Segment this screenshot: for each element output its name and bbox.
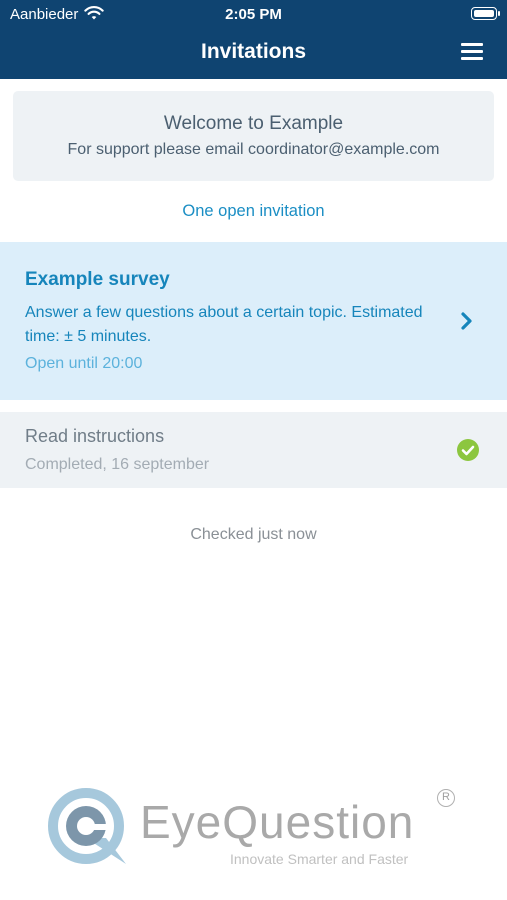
invitation-item-example-survey[interactable]: Example survey Answer a few questions ab… — [0, 242, 507, 400]
instructions-status: Completed, 16 september — [25, 456, 210, 473]
survey-description: Answer a few questions about a certain t… — [25, 304, 423, 345]
welcome-title: Welcome to Example — [163, 113, 344, 134]
welcome-card: Welcome to Example For support please em… — [13, 91, 494, 181]
support-text: For support please email coordinator@exa… — [67, 141, 440, 158]
navigation-bar: Invitations — [0, 28, 507, 79]
page-title: Invitations — [200, 40, 306, 63]
invitation-item-read-instructions[interactable]: Read instructions Completed, 16 septembe… — [0, 412, 507, 488]
instructions-title: Read instructions — [25, 426, 165, 446]
chevron-right-icon[interactable] — [459, 311, 475, 331]
open-invitation-count: One open invitation — [182, 202, 325, 220]
last-checked-status: Checked just now — [190, 526, 317, 543]
logo-mark-icon — [48, 788, 126, 864]
status-bar: Aanbieder 2:05 PM — [0, 0, 507, 28]
battery-icon — [471, 7, 500, 20]
hamburger-menu-icon[interactable] — [461, 43, 483, 61]
registered-trademark-icon: R — [437, 789, 455, 807]
completed-check-icon — [457, 439, 479, 461]
survey-title: Example survey — [25, 269, 170, 290]
survey-deadline: Open until 20:00 — [25, 355, 143, 372]
logo-wordmark: EyeQuestion — [140, 796, 415, 848]
logo-tagline: Innovate Smarter and Faster — [230, 851, 409, 867]
eyequestion-logo: EyeQuestion R Innovate Smarter and Faste… — [48, 785, 468, 870]
clock: 2:05 PM — [225, 6, 282, 23]
